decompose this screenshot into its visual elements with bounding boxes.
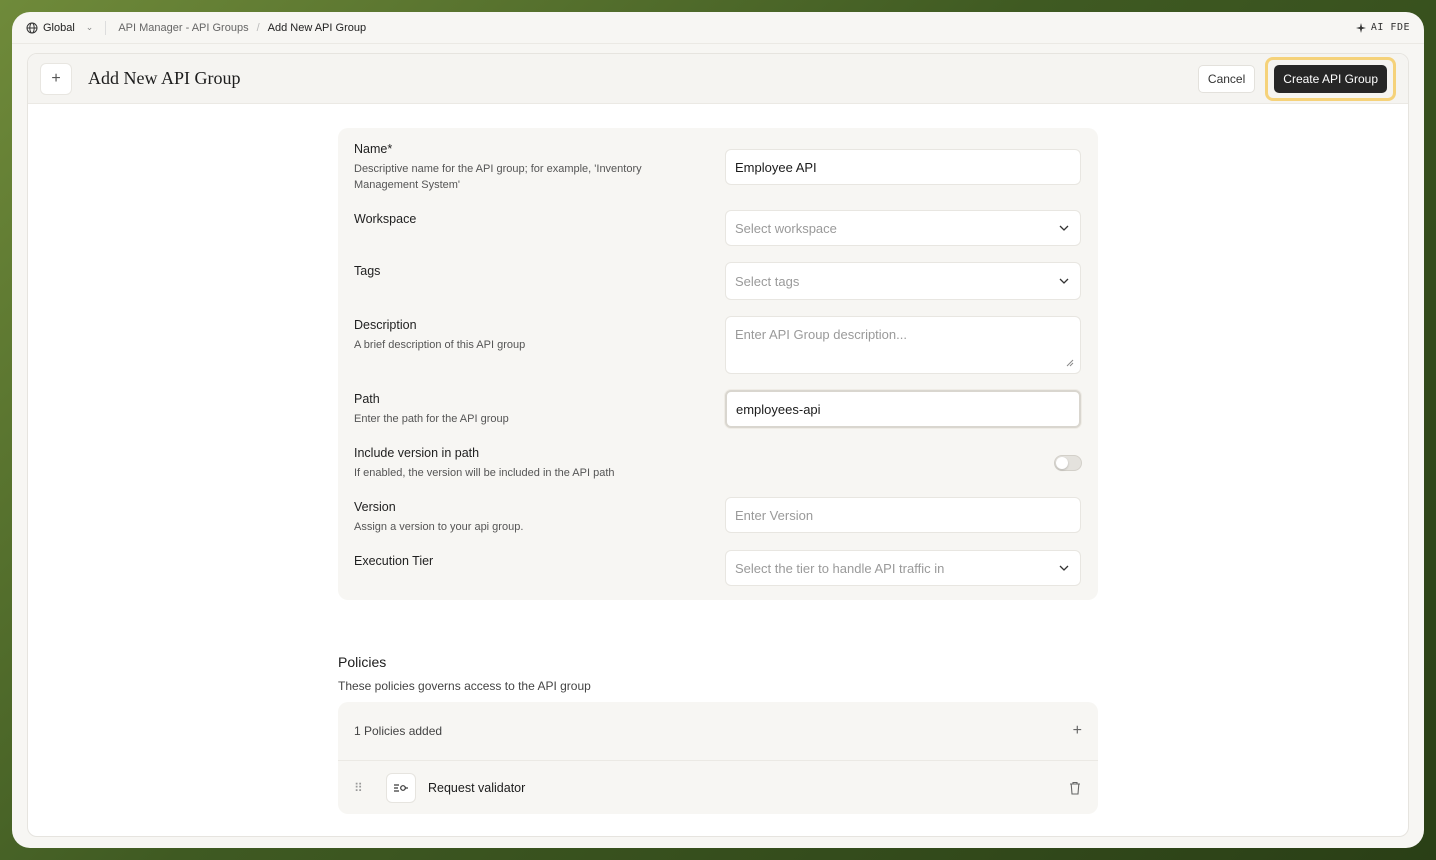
sparkle-icon — [1355, 22, 1366, 33]
main-panel: + Add New API Group Cancel Create API Gr… — [27, 53, 1409, 837]
description-placeholder: Enter API Group description... — [735, 327, 907, 342]
policies-header: 1 Policies added + — [338, 702, 1098, 761]
version-input[interactable]: Enter Version — [725, 497, 1081, 533]
top-bar: Global ⌄ API Manager - API Groups / Add … — [12, 12, 1424, 44]
description-hint: A brief description of this API group — [354, 339, 526, 351]
plus-icon: + — [40, 62, 72, 95]
path-hint: Enter the path for the API group — [354, 413, 509, 425]
name-value: Employee API — [735, 159, 817, 175]
execution-tier-label: Execution Tier — [354, 554, 434, 568]
tags-placeholder: Select tags — [735, 273, 800, 289]
create-api-group-button[interactable]: Create API Group — [1274, 64, 1387, 93]
execution-tier-select[interactable]: Select the tier to handle API traffic in — [725, 550, 1081, 586]
path-value: employees-api — [736, 401, 821, 417]
include-version-toggle[interactable] — [1054, 455, 1082, 471]
chevron-down-icon — [1059, 225, 1069, 231]
cancel-button[interactable]: Cancel — [1197, 64, 1256, 93]
policies-count: 1 Policies added — [354, 724, 443, 738]
workspace-select[interactable]: Select workspace — [725, 210, 1081, 246]
name-input[interactable]: Employee API — [725, 149, 1081, 185]
path-label: Path — [354, 392, 380, 406]
ai-fde-button[interactable]: AI FDE — [1355, 22, 1410, 33]
chevron-down-icon — [1059, 565, 1069, 571]
create-button-highlight: Create API Group — [1265, 56, 1396, 101]
version-hint: Assign a version to your api group. — [354, 521, 524, 533]
chevron-down-icon: ⌄ — [85, 22, 94, 32]
scope-selector[interactable]: Global ⌄ — [26, 22, 93, 34]
ai-fde-label: AI FDE — [1370, 22, 1410, 33]
name-label: Name* — [354, 142, 393, 156]
scope-label: Global — [43, 21, 75, 34]
policies-subtitle: These policies governs access to the API… — [338, 679, 591, 693]
trash-icon[interactable] — [1068, 781, 1082, 795]
breadcrumb-api-groups[interactable]: API Manager - API Groups — [118, 22, 248, 34]
policies-title: Policies — [338, 654, 387, 670]
page-title: Add New API Group — [88, 68, 241, 88]
policies-card: 1 Policies added + ⠿ Request validator — [338, 702, 1098, 814]
include-version-hint: If enabled, the version will be included… — [354, 467, 615, 479]
tags-label: Tags — [354, 264, 381, 278]
name-hint: Descriptive name for the API group; for … — [354, 163, 642, 191]
chevron-down-icon — [1059, 278, 1069, 284]
form-card: Name* Descriptive name for the API group… — [338, 128, 1098, 600]
app-window: Global ⌄ API Manager - API Groups / Add … — [12, 12, 1424, 848]
workspace-label: Workspace — [354, 212, 417, 226]
path-input[interactable]: employees-api — [725, 390, 1081, 428]
workspace-placeholder: Select workspace — [735, 220, 837, 236]
execution-tier-placeholder: Select the tier to handle API traffic in — [735, 560, 945, 576]
description-textarea[interactable]: Enter API Group description... — [725, 316, 1081, 374]
request-validator-icon — [386, 772, 416, 803]
add-policy-icon[interactable]: + — [1073, 722, 1082, 740]
toggle-knob — [1056, 457, 1068, 469]
header-actions: Cancel Create API Group — [1197, 56, 1396, 101]
version-placeholder: Enter Version — [735, 507, 814, 523]
policy-name: Request validator — [428, 780, 526, 795]
policy-item[interactable]: ⠿ Request validator — [338, 761, 1098, 814]
resize-handle-icon[interactable] — [1066, 359, 1074, 367]
tags-select[interactable]: Select tags — [725, 262, 1081, 300]
breadcrumb-separator: / — [256, 21, 260, 34]
include-version-label: Include version in path — [354, 446, 480, 460]
divider — [105, 20, 107, 35]
version-label: Version — [354, 500, 396, 514]
description-label: Description — [354, 318, 417, 332]
panel-header: + Add New API Group Cancel Create API Gr… — [28, 54, 1408, 104]
globe-icon — [26, 22, 38, 33]
breadcrumb-current: Add New API Group — [267, 21, 367, 34]
drag-handle-icon[interactable]: ⠿ — [354, 781, 364, 795]
